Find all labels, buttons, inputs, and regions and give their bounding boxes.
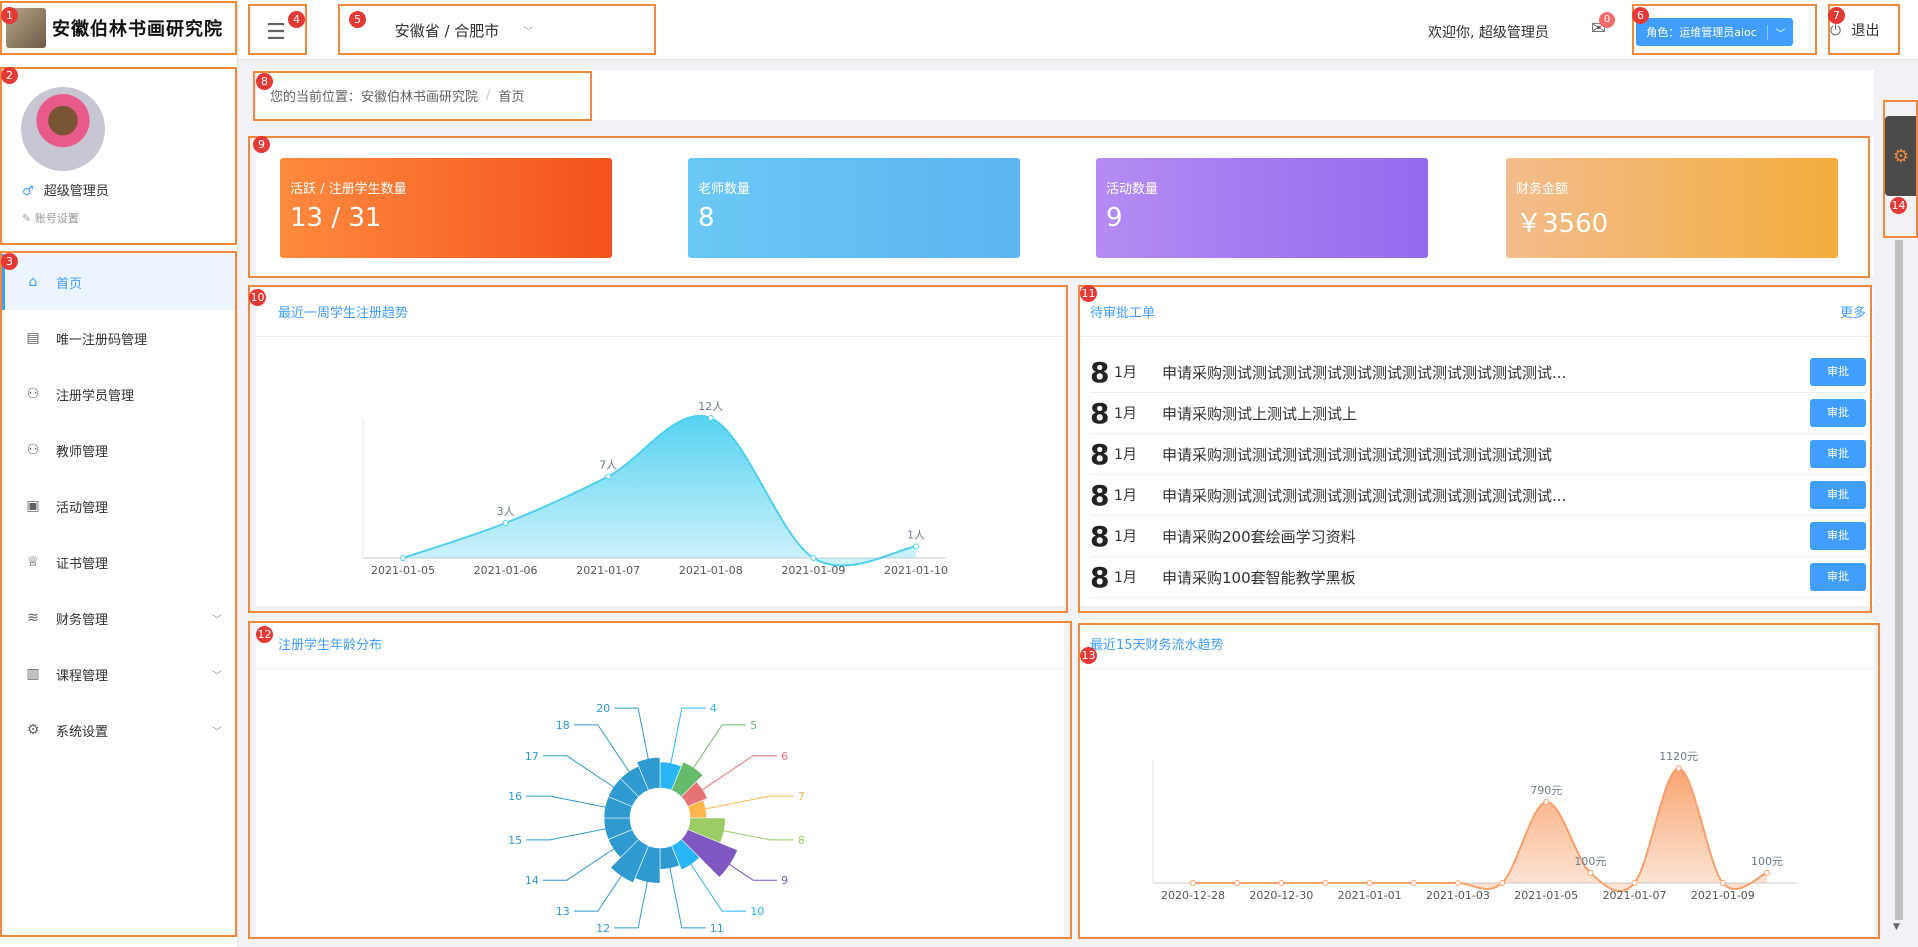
welcome-text: 欢迎你, 超级管理员: [1428, 25, 1549, 41]
scrollbar[interactable]: [1895, 240, 1903, 920]
message-badge: 0: [1599, 12, 1615, 28]
scroll-down-arrow[interactable]: ▼: [1893, 922, 1900, 932]
